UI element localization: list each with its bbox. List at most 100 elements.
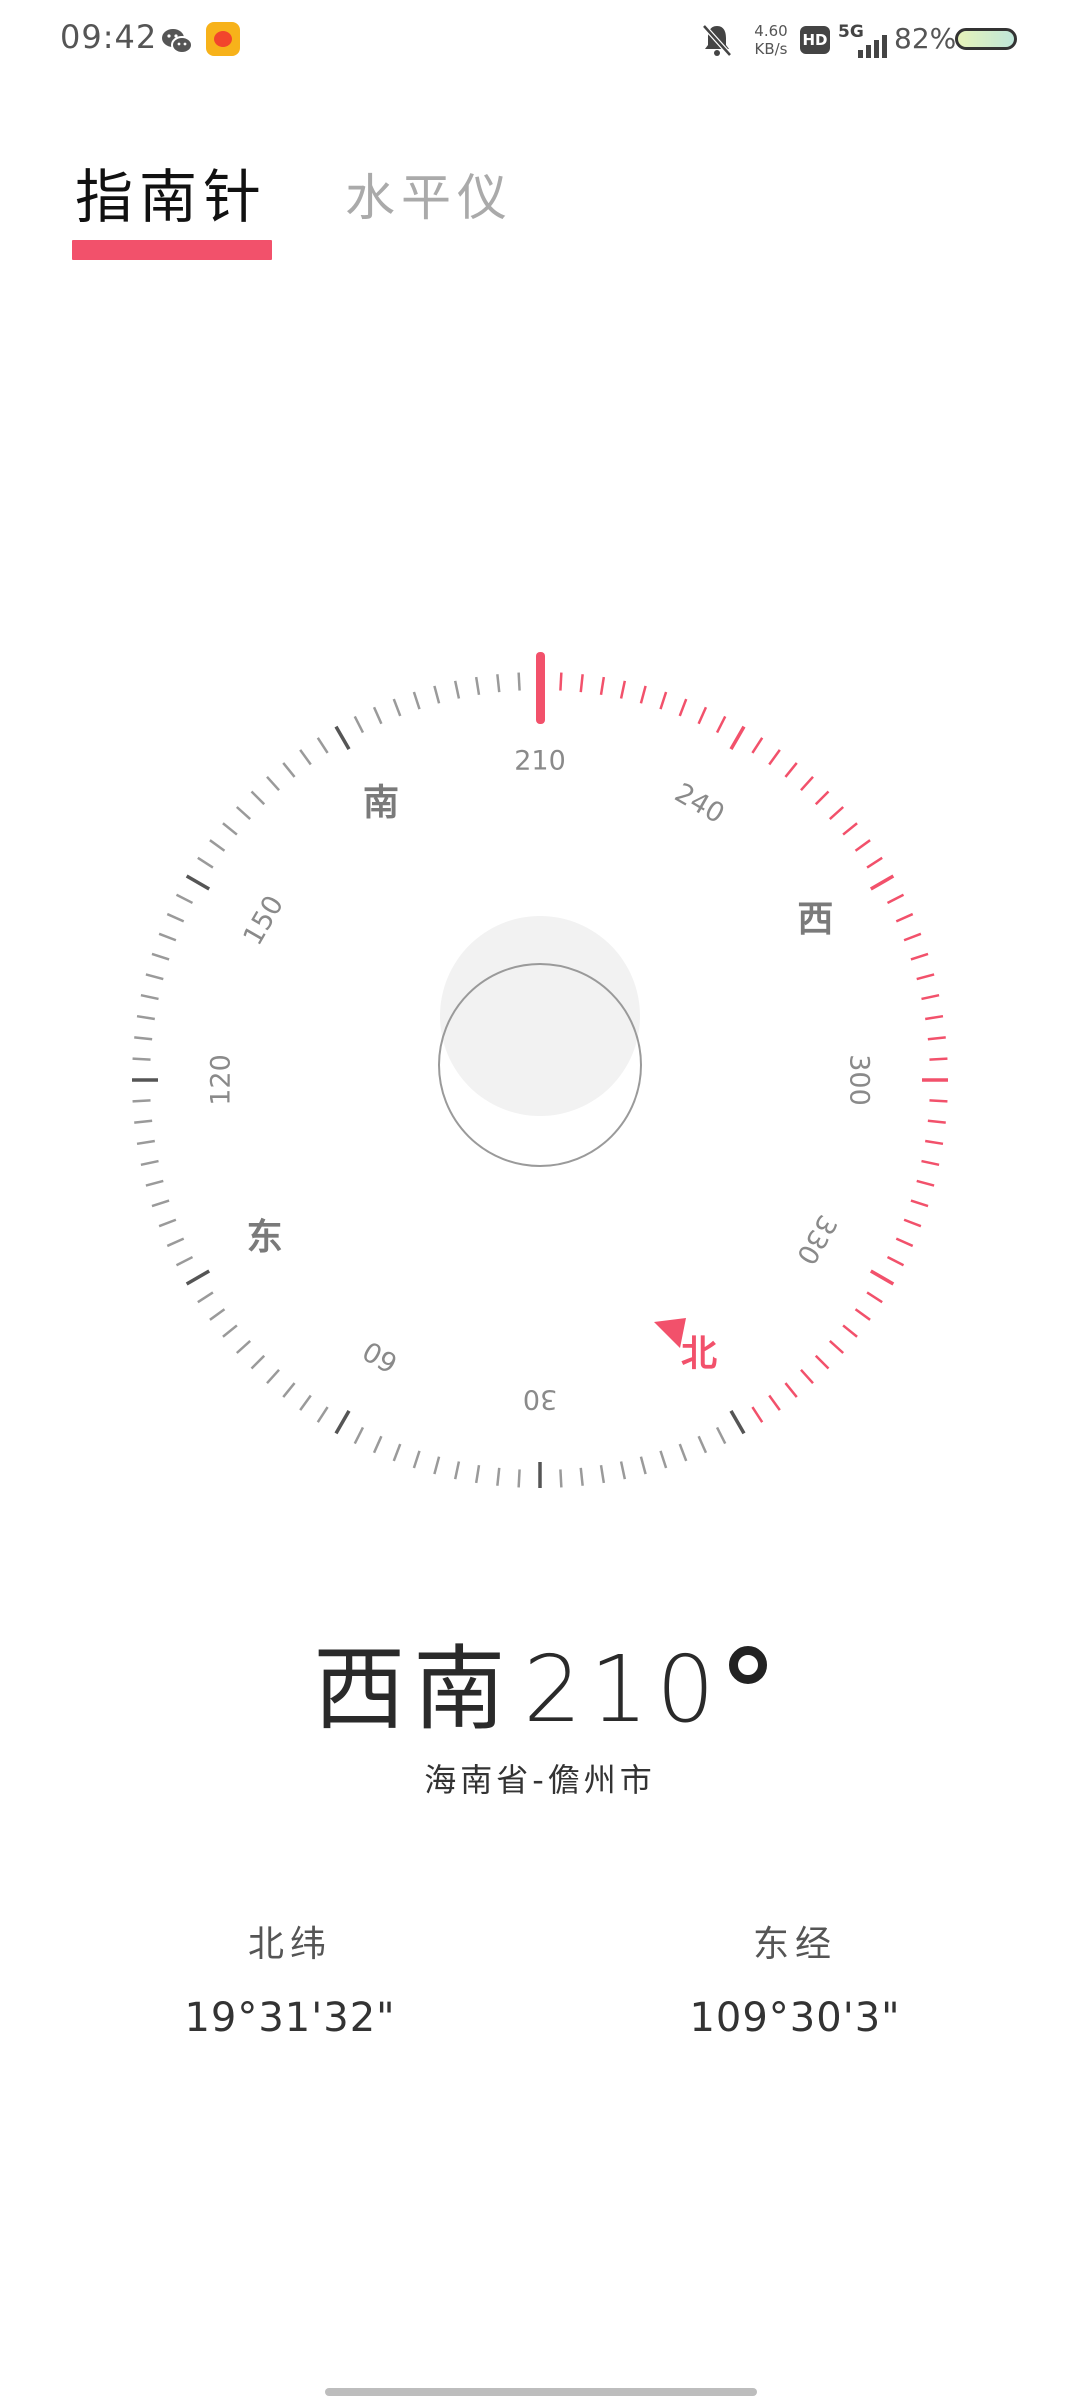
dial-tick xyxy=(158,932,177,942)
tab-level[interactable]: 水平仪 xyxy=(345,158,513,230)
dial-tick xyxy=(235,806,252,820)
dial-tick xyxy=(453,680,461,699)
dial-tick xyxy=(185,874,211,891)
dial-tick xyxy=(910,952,929,961)
dial-tick xyxy=(659,1450,668,1469)
dial-number: 120 xyxy=(206,1054,237,1106)
dial-tick xyxy=(842,822,858,836)
signal-bars-icon xyxy=(858,35,887,58)
dial-tick xyxy=(132,1057,151,1061)
dial-tick xyxy=(136,1139,155,1146)
dial-number: 240 xyxy=(669,777,729,830)
dial-tick xyxy=(925,1139,944,1146)
dial-tick xyxy=(814,1354,830,1370)
dial-tick xyxy=(929,1099,948,1103)
heading-marker xyxy=(536,652,545,724)
tab-compass[interactable]: 指南针 xyxy=(75,150,267,234)
longitude-value: 109°30'3" xyxy=(689,1995,901,2041)
dial-tick xyxy=(784,1382,798,1398)
cardinal-east: 东 xyxy=(247,1217,283,1258)
dial-number: 150 xyxy=(237,890,290,950)
dial-tick xyxy=(866,856,883,869)
dial-tick xyxy=(828,806,845,820)
dial-number: 330 xyxy=(790,1209,843,1269)
dial-tick xyxy=(886,893,905,905)
status-time: 09:42 xyxy=(60,18,158,56)
dial-tick xyxy=(929,1057,948,1061)
dial-tick xyxy=(145,973,164,981)
dial-tick xyxy=(132,1099,151,1103)
home-indicator[interactable] xyxy=(325,2388,757,2396)
dial-tick xyxy=(166,912,185,923)
dial-tick xyxy=(433,685,441,704)
dial-tick xyxy=(266,1368,280,1385)
dial-tick xyxy=(209,1308,226,1321)
dial-tick xyxy=(910,1199,929,1208)
dial-number: 210 xyxy=(514,746,566,777)
heading-readout: 西南 210 xyxy=(0,1615,1080,1748)
dial-tick xyxy=(175,1255,194,1267)
dial-tick xyxy=(282,1382,296,1398)
dial-tick xyxy=(392,698,402,717)
dial-tick xyxy=(866,1291,883,1304)
dial-tick xyxy=(559,1469,563,1488)
tab-bar: 指南针 水平仪 xyxy=(0,140,1080,270)
dial-tick xyxy=(599,676,606,695)
compass-dial[interactable]: 210 240 300 330 30 60 120 150 北 东 南西 xyxy=(0,600,1080,1560)
dial-tick xyxy=(282,762,296,778)
battery-percent: 82% xyxy=(894,22,957,55)
dial-tick xyxy=(197,1291,214,1304)
latitude-block: 北纬 19°31'32" xyxy=(110,1915,470,2041)
longitude-label: 东经 xyxy=(752,1924,837,1965)
active-tab-indicator xyxy=(72,240,272,260)
dial-tick xyxy=(517,1469,521,1488)
dial-tick xyxy=(235,1340,252,1354)
dial-tick xyxy=(678,1443,688,1462)
dial-tick xyxy=(729,725,746,751)
bubble-shadow xyxy=(440,916,640,1116)
dial-tick xyxy=(800,775,814,792)
dial-tick xyxy=(166,1237,185,1248)
dial-tick xyxy=(372,1435,383,1454)
dial-tick xyxy=(639,685,647,704)
dial-tick xyxy=(334,1409,351,1435)
dial-tick xyxy=(412,691,421,710)
dial-tick xyxy=(639,1456,647,1475)
heading-direction: 西南 xyxy=(313,1636,514,1743)
network-speed: 4.60 KB/s xyxy=(748,22,794,58)
dial-tick xyxy=(412,1450,421,1469)
dial-tick xyxy=(916,1179,935,1187)
dial-tick xyxy=(134,1119,153,1124)
heading-degrees: 210 xyxy=(523,1636,767,1743)
dial-tick xyxy=(854,1308,871,1321)
dial-tick xyxy=(316,737,329,754)
dial-tick xyxy=(299,1394,312,1411)
dial-tick xyxy=(266,775,280,792)
dial-tick xyxy=(927,1036,946,1041)
dial-tick xyxy=(151,1199,170,1208)
dial-tick xyxy=(729,1409,746,1435)
dial-tick xyxy=(353,1426,365,1445)
dial-tick xyxy=(353,715,365,734)
dial-tick xyxy=(222,1324,238,1338)
dial-tick xyxy=(392,1443,402,1462)
latitude-value: 19°31'32" xyxy=(184,1995,396,2041)
dial-number: 60 xyxy=(358,1334,403,1378)
dial-tick xyxy=(140,993,159,1001)
cardinal-north: 北 xyxy=(681,1333,717,1374)
mute-bell-icon xyxy=(702,24,732,57)
dial-tick xyxy=(559,672,563,691)
dial-tick xyxy=(784,762,798,778)
dial-number: 30 xyxy=(523,1384,557,1415)
dial-tick xyxy=(474,676,481,695)
dial-tick xyxy=(751,1406,764,1423)
network-speed-value: 4.60 xyxy=(754,22,788,40)
dial-tick xyxy=(895,912,914,923)
dial-tick xyxy=(222,822,238,836)
dial-tick xyxy=(854,839,871,852)
dial-tick xyxy=(433,1456,441,1475)
longitude-block: 东经 109°30'3" xyxy=(615,1915,975,2041)
dial-tick xyxy=(299,749,312,766)
dial-tick xyxy=(496,1467,501,1486)
dial-tick xyxy=(828,1340,845,1354)
